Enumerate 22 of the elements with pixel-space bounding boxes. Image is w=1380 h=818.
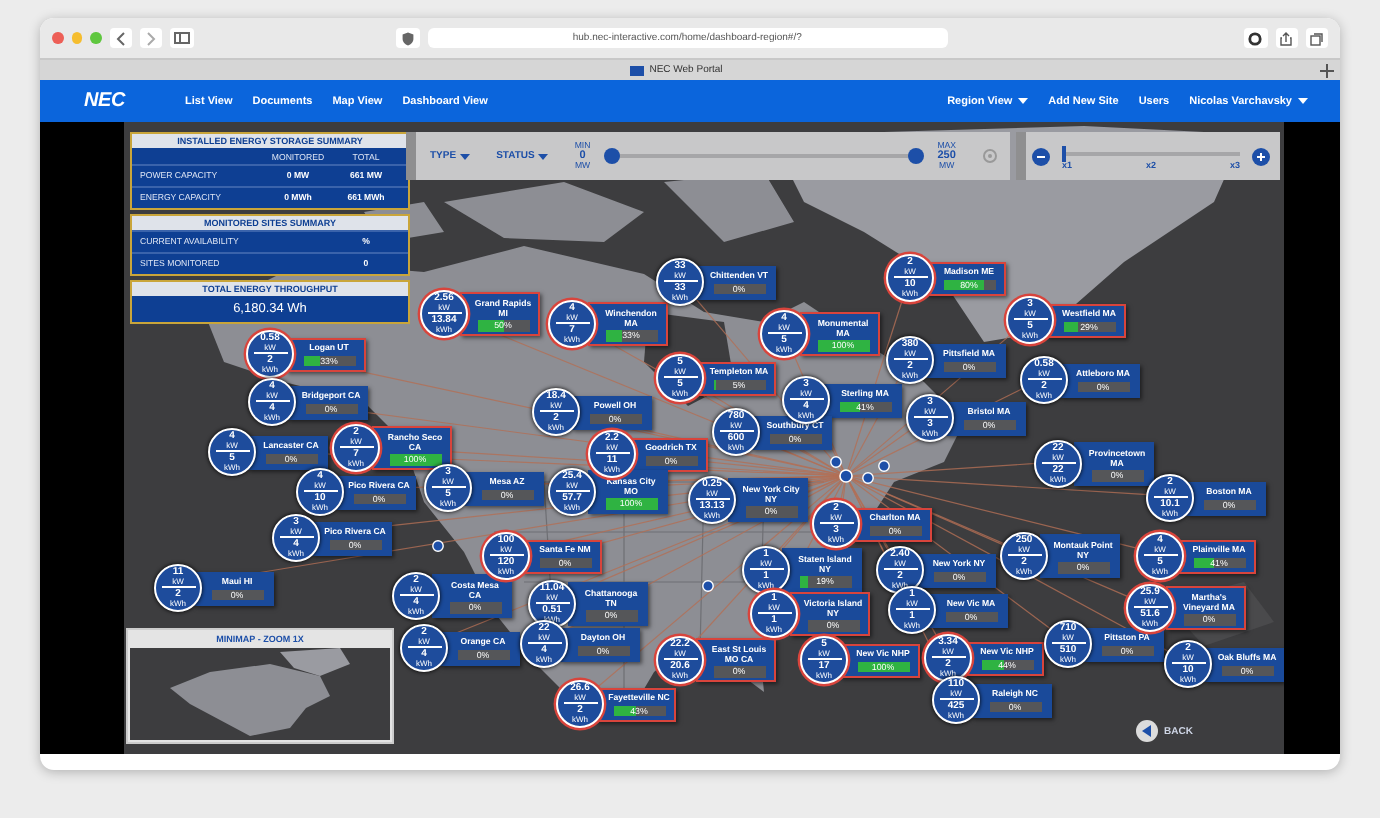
map-pin-icon[interactable] — [862, 472, 874, 484]
zoom-out-icon[interactable] — [1032, 147, 1050, 165]
map-pin-icon[interactable] — [839, 469, 853, 483]
nec-logo[interactable]: NEC — [84, 90, 126, 112]
zoom-in-icon[interactable] — [1252, 147, 1270, 165]
map-pin-icon[interactable] — [878, 460, 890, 472]
nec-favicon-icon — [629, 65, 644, 75]
map-pin-icon[interactable] — [702, 580, 714, 592]
caret-icon — [538, 153, 549, 159]
caret-icon — [1018, 98, 1029, 104]
caret-icon — [1298, 98, 1308, 104]
close-icon[interactable] — [52, 32, 64, 44]
slider-thumb[interactable] — [907, 148, 924, 164]
tabs-icon[interactable] — [1305, 28, 1328, 48]
map-pin-icon[interactable] — [432, 540, 444, 552]
shield-icon[interactable] — [396, 28, 420, 48]
map-pin-icon[interactable] — [830, 456, 842, 468]
share-icon[interactable] — [1275, 28, 1298, 48]
caret-icon — [460, 153, 471, 159]
sidebar-icon[interactable] — [170, 28, 194, 48]
slider-thumb[interactable] — [604, 148, 621, 164]
settings-icon[interactable] — [1244, 28, 1267, 48]
